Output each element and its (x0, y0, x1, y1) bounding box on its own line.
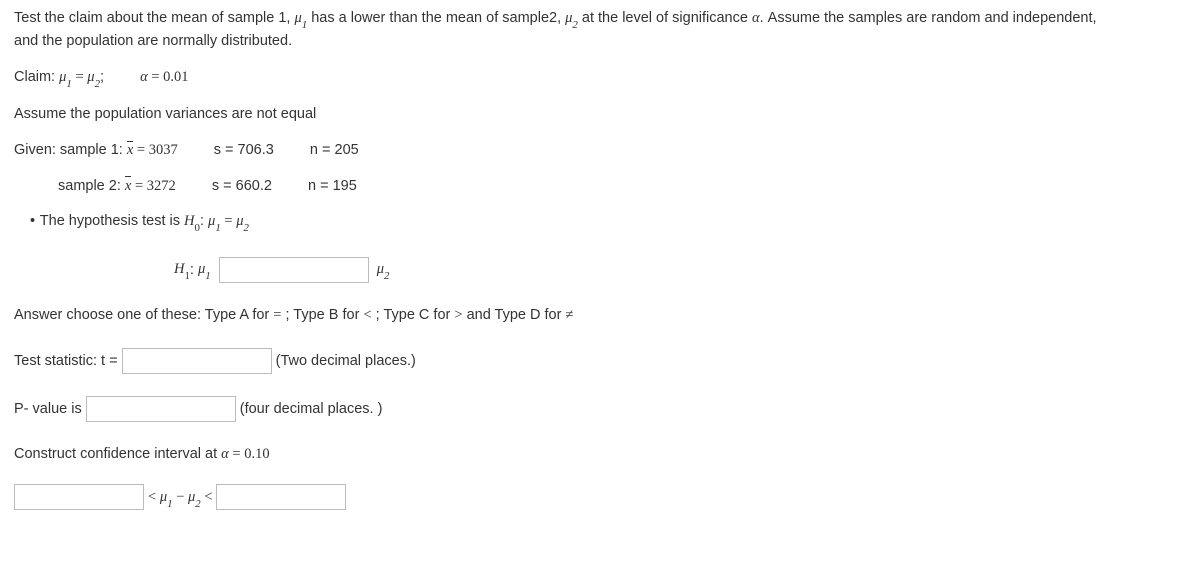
intro-text-5: and the population are normally distribu… (14, 33, 292, 49)
mu2-symbol: μ2 (565, 10, 578, 26)
intro-text-1: Test the claim about the mean of sample … (14, 10, 294, 26)
sample2-s: 660.2 (236, 178, 272, 194)
ci-alpha-value: 0.10 (244, 446, 269, 462)
n-label: n = (310, 142, 335, 158)
ci-lower-input[interactable] (14, 484, 144, 510)
given-sample2: sample 2: x = 3272 s = 660.2 n = 195 (14, 176, 1186, 198)
sample2-n: 195 (333, 178, 357, 194)
xbar-symbol-2: x (125, 176, 131, 198)
sample1-s: 706.3 (238, 142, 274, 158)
ci-alpha: α (221, 446, 229, 462)
neq-symbol: ≠ (565, 307, 573, 323)
h1-symbol: H1 (174, 261, 190, 277)
test-statistic-input[interactable] (122, 348, 272, 374)
s-label: s = (214, 142, 238, 158)
ci-upper-input[interactable] (216, 484, 346, 510)
problem-intro: Test the claim about the mean of sample … (14, 8, 1186, 53)
claim-line: Claim: μ1 = μ2; α = 0.01 (14, 67, 1186, 90)
test-stat-note: (Two decimal places.) (276, 353, 416, 369)
claim-mu1: μ1 (59, 69, 72, 85)
p-value-row: P- value is (four decimal places. ) (14, 396, 1186, 422)
h0-symbol: H0 (184, 213, 200, 229)
p-value-note: (four decimal places. ) (240, 401, 383, 417)
mu1-symbol: μ1 (294, 10, 307, 26)
p-value-input[interactable] (86, 396, 236, 422)
hypothesis-null: • The hypothesis test is H0: μ1 = μ2 (14, 211, 1186, 234)
hypothesis-alt: H1: μ1 μ2 (14, 257, 1186, 283)
claim-alpha: α (140, 69, 148, 85)
intro-text-4: . Assume the samples are random and inde… (760, 10, 1097, 26)
test-statistic-row: Test statistic: t = (Two decimal places.… (14, 348, 1186, 374)
claim-mu2: μ2 (87, 69, 100, 85)
sample1-n: 205 (335, 142, 359, 158)
sample2-mean: 3272 (147, 178, 176, 194)
assume-line: Assume the population variances are not … (14, 104, 1186, 126)
intro-text-3: at the level of significance (578, 10, 752, 26)
claim-alpha-value: 0.01 (163, 69, 188, 85)
sample2-label: sample 2: (58, 178, 125, 194)
ci-instruction: Construct confidence interval at α = 0.1… (14, 444, 1186, 466)
sample1-mean: 3037 (149, 142, 178, 158)
p-value-label: P- value is (14, 401, 86, 417)
claim-label: Claim: (14, 69, 59, 85)
test-stat-label: Test statistic: t = (14, 353, 122, 369)
given-sample1: Given: sample 1: x = 3037 s = 706.3 n = … (14, 140, 1186, 162)
intro-text-2: has a lower than the mean of sample2, (307, 10, 565, 26)
alpha-symbol: α (752, 10, 760, 26)
xbar-symbol: x (127, 140, 133, 162)
h1-relation-input[interactable] (219, 257, 369, 283)
answer-instruction: Answer choose one of these: Type A for =… (14, 305, 1186, 327)
given-label: Given: sample 1: (14, 142, 127, 158)
ci-input-row: < μ1 − μ2 < (14, 484, 1186, 510)
